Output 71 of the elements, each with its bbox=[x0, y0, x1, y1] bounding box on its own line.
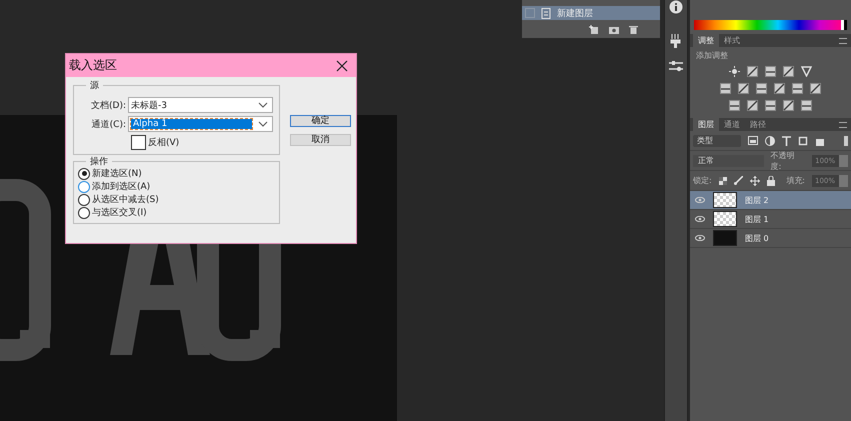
document-dropdown[interactable]: 未标题-3 bbox=[128, 97, 273, 113]
filter-toggle[interactable] bbox=[844, 136, 848, 146]
radio-label: 从选区中减去(S) bbox=[92, 194, 159, 206]
camera-icon[interactable] bbox=[609, 26, 619, 34]
layer-row[interactable]: 图层 0 bbox=[690, 229, 851, 248]
radio-button[interactable] bbox=[78, 194, 90, 206]
panel-heading: 添加调整 bbox=[695, 50, 729, 62]
cancel-button[interactable]: 取消 bbox=[290, 134, 351, 146]
field-label: 通道(C): bbox=[90, 118, 127, 130]
layer-row[interactable]: 图层 1 bbox=[690, 210, 851, 229]
field-label: 文档(D): bbox=[90, 100, 127, 112]
trash-icon[interactable] bbox=[629, 25, 638, 34]
move-icon[interactable] bbox=[750, 176, 760, 186]
panel-tab[interactable]: 图层 bbox=[693, 118, 719, 131]
adjustment-icon[interactable] bbox=[765, 66, 776, 77]
adjustment-icon[interactable] bbox=[747, 100, 758, 111]
adjustment-icon[interactable] bbox=[765, 100, 776, 111]
color-spectrum[interactable] bbox=[694, 20, 847, 30]
dialog-title: 载入选区 bbox=[69, 57, 117, 74]
adjustment-icon[interactable] bbox=[801, 100, 812, 111]
panel-menu-icon[interactable] bbox=[839, 38, 847, 44]
lock-label: 锁定: bbox=[693, 175, 712, 186]
ok-button[interactable]: 确定 bbox=[290, 115, 351, 127]
adjustment-icon[interactable] bbox=[783, 66, 794, 77]
channel-dropdown[interactable]: Alpha 1 bbox=[128, 116, 273, 132]
adjustment-icon[interactable] bbox=[747, 66, 758, 77]
radio-label: 添加到选区(A) bbox=[92, 180, 150, 193]
adjustment-icon[interactable] bbox=[720, 83, 731, 94]
panel-menu-icon[interactable] bbox=[839, 122, 847, 128]
adjustment-icon[interactable] bbox=[738, 83, 749, 94]
panel-tab[interactable]: 通道 bbox=[719, 118, 745, 131]
eye-icon[interactable] bbox=[695, 216, 705, 222]
layer-row[interactable]: 图层 2 bbox=[690, 191, 851, 210]
adjustment-icon[interactable] bbox=[783, 100, 794, 111]
adjustment-icon[interactable] bbox=[756, 83, 767, 94]
document-icon bbox=[541, 8, 551, 18]
info-icon[interactable] bbox=[669, 0, 683, 14]
filter-dropdown[interactable]: 类型 bbox=[693, 134, 741, 146]
adjustment-icon[interactable] bbox=[792, 83, 803, 94]
radio-button[interactable] bbox=[78, 168, 90, 180]
adjustment-icon[interactable] bbox=[774, 83, 785, 94]
blend-mode-dropdown[interactable]: 正常 bbox=[693, 154, 764, 166]
shape-icon[interactable] bbox=[798, 136, 808, 146]
sliders-icon[interactable] bbox=[669, 60, 683, 72]
panel-tab[interactable]: 路径 bbox=[745, 118, 771, 131]
eye-icon[interactable] bbox=[695, 197, 705, 203]
layer-row[interactable]: 新建图层 bbox=[522, 6, 660, 20]
half-circle-icon[interactable] bbox=[765, 136, 775, 146]
group-legend: 操作 bbox=[86, 155, 112, 168]
lock-icon[interactable] bbox=[766, 176, 775, 186]
panel-tab[interactable]: 调整 bbox=[693, 34, 719, 47]
radio-label: 新建选区(N) bbox=[92, 168, 142, 180]
type-icon[interactable] bbox=[782, 136, 791, 146]
radio-button[interactable] bbox=[78, 206, 90, 218]
eye-icon[interactable] bbox=[695, 235, 705, 241]
adjustment-icon[interactable] bbox=[810, 83, 821, 94]
chevron-icon bbox=[258, 121, 268, 127]
checkbox-label: 反相(V) bbox=[148, 136, 180, 149]
radio-button[interactable] bbox=[78, 180, 90, 192]
close-icon[interactable] bbox=[336, 60, 348, 72]
opacity-label: 不透明度: bbox=[770, 150, 796, 172]
group-legend: 源 bbox=[86, 79, 103, 92]
fill-label: 填充: bbox=[786, 175, 805, 186]
adjustment-icon[interactable] bbox=[729, 100, 740, 111]
chevron-icon bbox=[258, 102, 268, 108]
panel-tab[interactable]: 样式 bbox=[719, 34, 745, 47]
image-icon[interactable] bbox=[748, 136, 758, 145]
checker-icon[interactable] bbox=[718, 176, 727, 184]
radio-label: 与选区交叉(I) bbox=[92, 206, 147, 219]
checkbox[interactable] bbox=[131, 135, 146, 150]
new-layer-icon[interactable] bbox=[589, 25, 599, 34]
